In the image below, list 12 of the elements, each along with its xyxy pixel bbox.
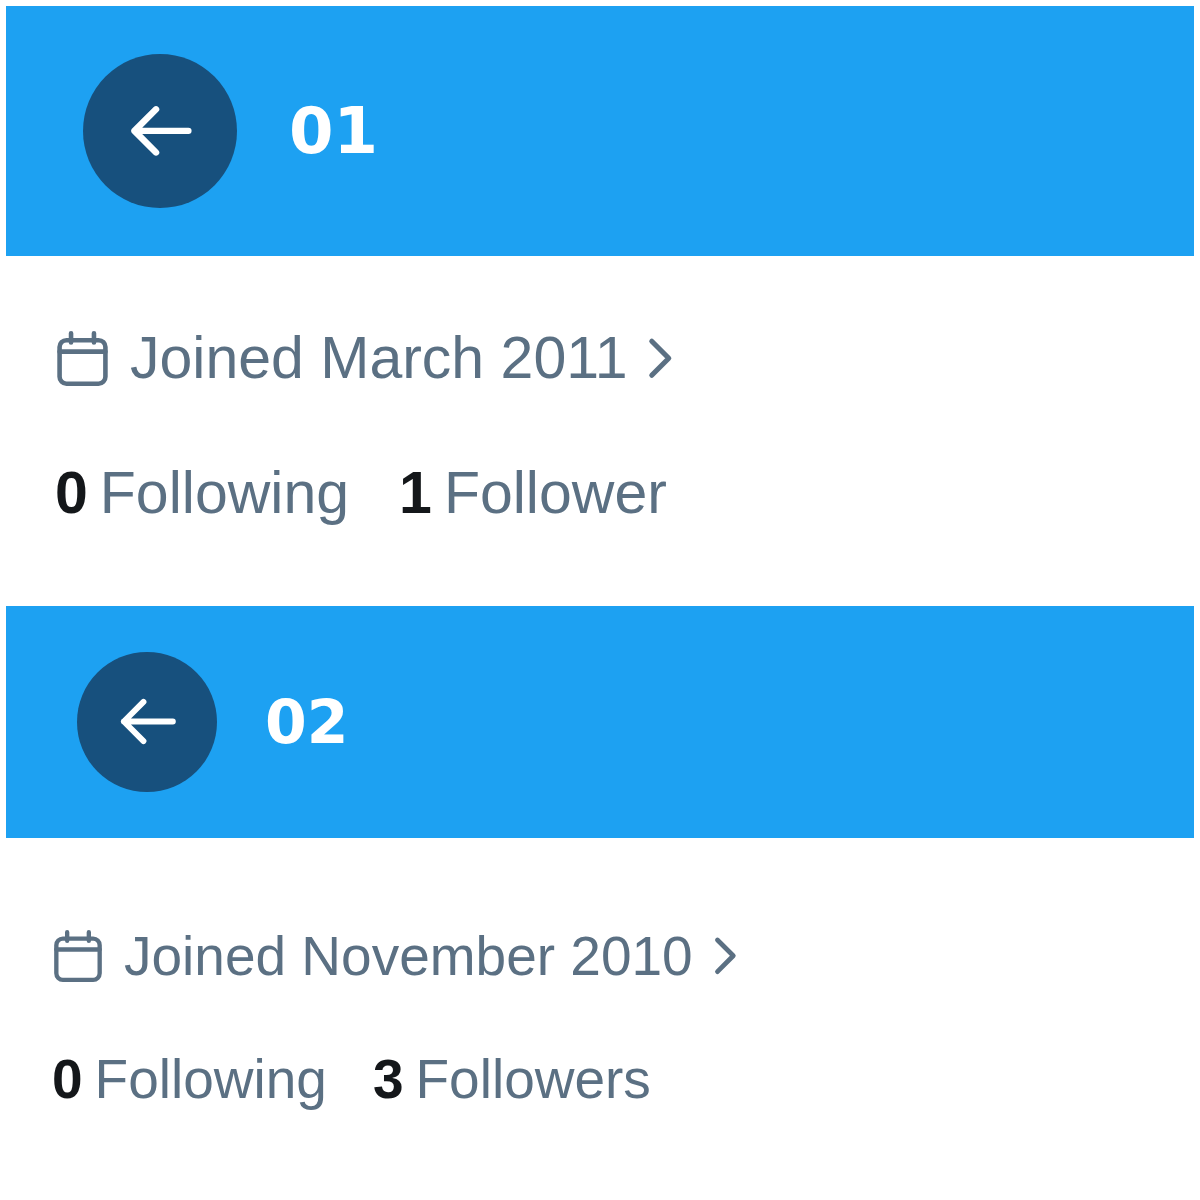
follow-stat-link[interactable]: 0 Following bbox=[55, 460, 350, 526]
calendar-icon bbox=[55, 330, 110, 386]
follow-stat-link[interactable]: 0 Following bbox=[52, 1048, 327, 1109]
joined-date-text: Joined March 2011 bbox=[130, 326, 628, 391]
chevron-right-icon[interactable] bbox=[647, 337, 674, 380]
profile-title: 02 bbox=[265, 692, 349, 752]
joined-date-text: Joined November 2010 bbox=[124, 926, 693, 987]
profile-title: 01 bbox=[289, 99, 379, 163]
calendar-icon bbox=[52, 930, 104, 983]
chevron-right-icon[interactable] bbox=[712, 936, 738, 977]
follow-stat-link[interactable]: 1 Follower bbox=[399, 460, 667, 526]
follow-stat-link[interactable]: 3 Followers bbox=[372, 1048, 651, 1109]
